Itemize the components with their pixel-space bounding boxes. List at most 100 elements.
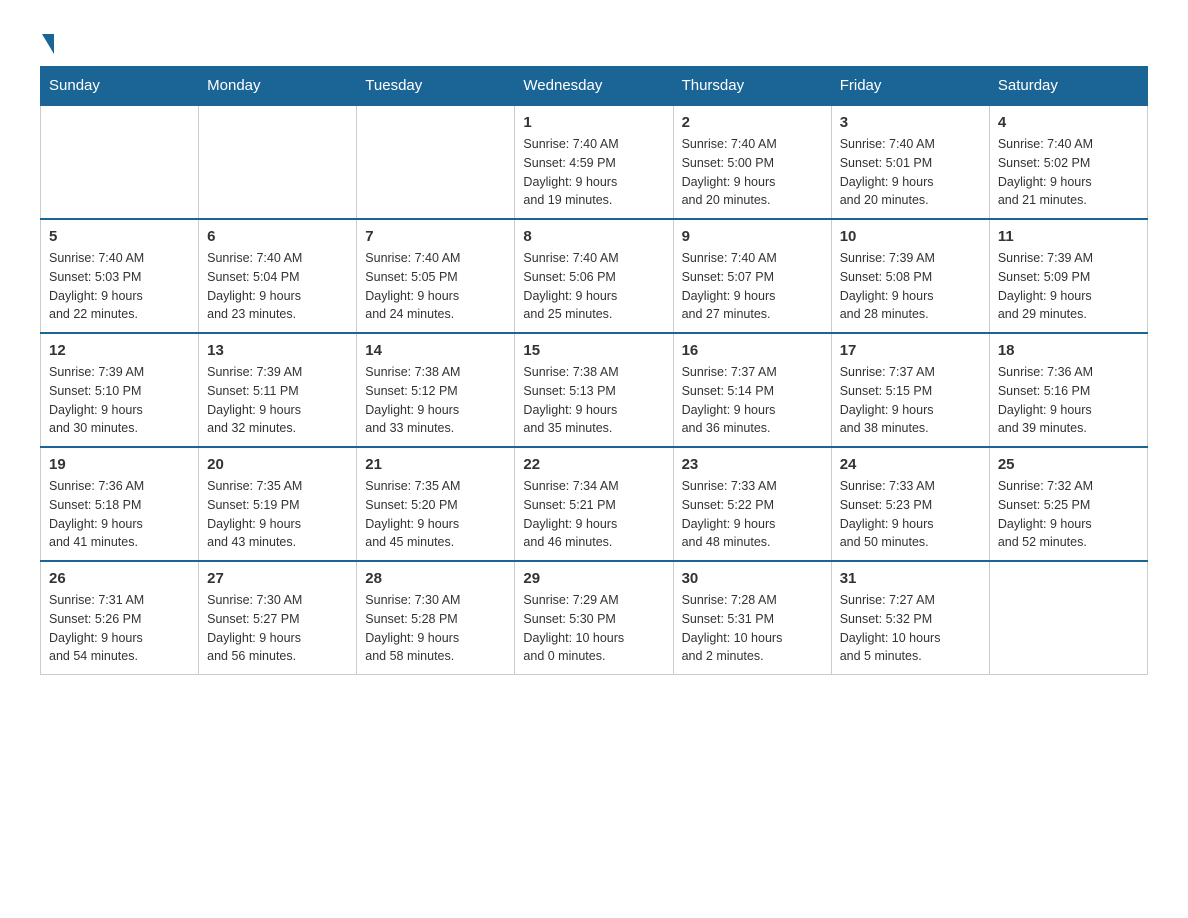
day-info: Sunrise: 7:39 AM Sunset: 5:09 PM Dayligh… (998, 249, 1139, 324)
day-info: Sunrise: 7:39 AM Sunset: 5:08 PM Dayligh… (840, 249, 981, 324)
calendar-cell: 22 Sunrise: 7:34 AM Sunset: 5:21 PM Dayli… (515, 447, 673, 561)
calendar-cell: 3 Sunrise: 7:40 AM Sunset: 5:01 PM Daylig… (831, 105, 989, 219)
day-info: Sunrise: 7:29 AM Sunset: 5:30 PM Dayligh… (523, 591, 664, 666)
day-number: 11 (998, 228, 1139, 245)
calendar-cell (357, 105, 515, 219)
calendar-cell (41, 105, 199, 219)
day-number: 16 (682, 342, 823, 359)
day-number: 24 (840, 456, 981, 473)
day-number: 14 (365, 342, 506, 359)
day-number: 3 (840, 114, 981, 131)
calendar-cell: 29 Sunrise: 7:29 AM Sunset: 5:30 PM Dayli… (515, 561, 673, 675)
calendar-cell: 31Sunrise: 7:27 AM Sunset: 5:32 PM Dayli… (831, 561, 989, 675)
day-info: Sunrise: 7:31 AM Sunset: 5:26 PM Dayligh… (49, 591, 190, 666)
calendar-cell: 24 Sunrise: 7:33 AM Sunset: 5:23 PM Dayli… (831, 447, 989, 561)
page-header (40, 30, 1148, 46)
day-number: 1 (523, 114, 664, 131)
day-number: 20 (207, 456, 348, 473)
weekday-header-friday: Friday (831, 67, 989, 106)
logo-arrow-icon (42, 34, 54, 54)
day-number: 28 (365, 570, 506, 587)
day-number: 6 (207, 228, 348, 245)
week-row-4: 19 Sunrise: 7:36 AM Sunset: 5:18 PM Dayli… (41, 447, 1148, 561)
day-info: Sunrise: 7:38 AM Sunset: 5:12 PM Dayligh… (365, 363, 506, 438)
calendar-cell: 8Sunrise: 7:40 AM Sunset: 5:06 PM Daylig… (515, 219, 673, 333)
day-info: Sunrise: 7:30 AM Sunset: 5:28 PM Dayligh… (365, 591, 506, 666)
weekday-header-tuesday: Tuesday (357, 67, 515, 106)
calendar-cell (989, 561, 1147, 675)
calendar-cell: 2 Sunrise: 7:40 AM Sunset: 5:00 PM Daylig… (673, 105, 831, 219)
calendar-cell: 20 Sunrise: 7:35 AM Sunset: 5:19 PM Dayli… (199, 447, 357, 561)
calendar-cell (199, 105, 357, 219)
day-number: 13 (207, 342, 348, 359)
calendar-cell: 6 Sunrise: 7:40 AM Sunset: 5:04 PM Daylig… (199, 219, 357, 333)
calendar-cell: 12Sunrise: 7:39 AM Sunset: 5:10 PM Dayli… (41, 333, 199, 447)
calendar-cell: 18 Sunrise: 7:36 AM Sunset: 5:16 PM Dayli… (989, 333, 1147, 447)
day-info: Sunrise: 7:33 AM Sunset: 5:23 PM Dayligh… (840, 477, 981, 552)
day-number: 21 (365, 456, 506, 473)
calendar-cell: 25 Sunrise: 7:32 AM Sunset: 5:25 PM Dayli… (989, 447, 1147, 561)
day-info: Sunrise: 7:36 AM Sunset: 5:16 PM Dayligh… (998, 363, 1139, 438)
day-number: 4 (998, 114, 1139, 131)
day-number: 9 (682, 228, 823, 245)
day-number: 25 (998, 456, 1139, 473)
day-info: Sunrise: 7:30 AM Sunset: 5:27 PM Dayligh… (207, 591, 348, 666)
calendar-cell: 11 Sunrise: 7:39 AM Sunset: 5:09 PM Dayli… (989, 219, 1147, 333)
calendar-cell: 7 Sunrise: 7:40 AM Sunset: 5:05 PM Daylig… (357, 219, 515, 333)
week-row-2: 5 Sunrise: 7:40 AM Sunset: 5:03 PM Daylig… (41, 219, 1148, 333)
day-number: 17 (840, 342, 981, 359)
day-info: Sunrise: 7:38 AM Sunset: 5:13 PM Dayligh… (523, 363, 664, 438)
calendar-cell: 23Sunrise: 7:33 AM Sunset: 5:22 PM Dayli… (673, 447, 831, 561)
weekday-header-thursday: Thursday (673, 67, 831, 106)
day-info: Sunrise: 7:40 AM Sunset: 5:01 PM Dayligh… (840, 135, 981, 210)
day-number: 23 (682, 456, 823, 473)
day-info: Sunrise: 7:39 AM Sunset: 5:10 PM Dayligh… (49, 363, 190, 438)
day-info: Sunrise: 7:36 AM Sunset: 5:18 PM Dayligh… (49, 477, 190, 552)
day-number: 22 (523, 456, 664, 473)
calendar-cell: 4Sunrise: 7:40 AM Sunset: 5:02 PM Daylig… (989, 105, 1147, 219)
day-info: Sunrise: 7:35 AM Sunset: 5:20 PM Dayligh… (365, 477, 506, 552)
weekday-header-row: SundayMondayTuesdayWednesdayThursdayFrid… (41, 67, 1148, 106)
calendar-cell: 27 Sunrise: 7:30 AM Sunset: 5:27 PM Dayli… (199, 561, 357, 675)
day-number: 27 (207, 570, 348, 587)
day-info: Sunrise: 7:40 AM Sunset: 5:07 PM Dayligh… (682, 249, 823, 324)
day-info: Sunrise: 7:28 AM Sunset: 5:31 PM Dayligh… (682, 591, 823, 666)
calendar-cell: 13 Sunrise: 7:39 AM Sunset: 5:11 PM Dayli… (199, 333, 357, 447)
day-number: 29 (523, 570, 664, 587)
calendar-cell: 15 Sunrise: 7:38 AM Sunset: 5:13 PM Dayli… (515, 333, 673, 447)
weekday-header-monday: Monday (199, 67, 357, 106)
day-info: Sunrise: 7:39 AM Sunset: 5:11 PM Dayligh… (207, 363, 348, 438)
calendar-cell: 10 Sunrise: 7:39 AM Sunset: 5:08 PM Dayli… (831, 219, 989, 333)
day-info: Sunrise: 7:34 AM Sunset: 5:21 PM Dayligh… (523, 477, 664, 552)
day-number: 15 (523, 342, 664, 359)
day-number: 7 (365, 228, 506, 245)
weekday-header-sunday: Sunday (41, 67, 199, 106)
week-row-5: 26 Sunrise: 7:31 AM Sunset: 5:26 PM Dayli… (41, 561, 1148, 675)
day-info: Sunrise: 7:35 AM Sunset: 5:19 PM Dayligh… (207, 477, 348, 552)
calendar-cell: 9 Sunrise: 7:40 AM Sunset: 5:07 PM Daylig… (673, 219, 831, 333)
day-number: 2 (682, 114, 823, 131)
day-info: Sunrise: 7:40 AM Sunset: 5:00 PM Dayligh… (682, 135, 823, 210)
day-number: 10 (840, 228, 981, 245)
day-number: 30 (682, 570, 823, 587)
day-info: Sunrise: 7:40 AM Sunset: 5:04 PM Dayligh… (207, 249, 348, 324)
logo (40, 30, 54, 46)
calendar-cell: 19 Sunrise: 7:36 AM Sunset: 5:18 PM Dayli… (41, 447, 199, 561)
day-info: Sunrise: 7:27 AM Sunset: 5:32 PM Dayligh… (840, 591, 981, 666)
calendar-cell: 17Sunrise: 7:37 AM Sunset: 5:15 PM Dayli… (831, 333, 989, 447)
calendar-cell: 30 Sunrise: 7:28 AM Sunset: 5:31 PM Dayli… (673, 561, 831, 675)
day-info: Sunrise: 7:40 AM Sunset: 5:06 PM Dayligh… (523, 249, 664, 324)
calendar-cell: 5 Sunrise: 7:40 AM Sunset: 5:03 PM Daylig… (41, 219, 199, 333)
calendar-cell: 21 Sunrise: 7:35 AM Sunset: 5:20 PM Dayli… (357, 447, 515, 561)
calendar-cell: 1 Sunrise: 7:40 AM Sunset: 4:59 PM Daylig… (515, 105, 673, 219)
day-number: 19 (49, 456, 190, 473)
day-number: 26 (49, 570, 190, 587)
day-info: Sunrise: 7:40 AM Sunset: 5:03 PM Dayligh… (49, 249, 190, 324)
day-info: Sunrise: 7:32 AM Sunset: 5:25 PM Dayligh… (998, 477, 1139, 552)
day-number: 18 (998, 342, 1139, 359)
day-number: 5 (49, 228, 190, 245)
day-info: Sunrise: 7:40 AM Sunset: 5:05 PM Dayligh… (365, 249, 506, 324)
week-row-1: 1 Sunrise: 7:40 AM Sunset: 4:59 PM Daylig… (41, 105, 1148, 219)
calendar-cell: 16Sunrise: 7:37 AM Sunset: 5:14 PM Dayli… (673, 333, 831, 447)
day-info: Sunrise: 7:40 AM Sunset: 4:59 PM Dayligh… (523, 135, 664, 210)
